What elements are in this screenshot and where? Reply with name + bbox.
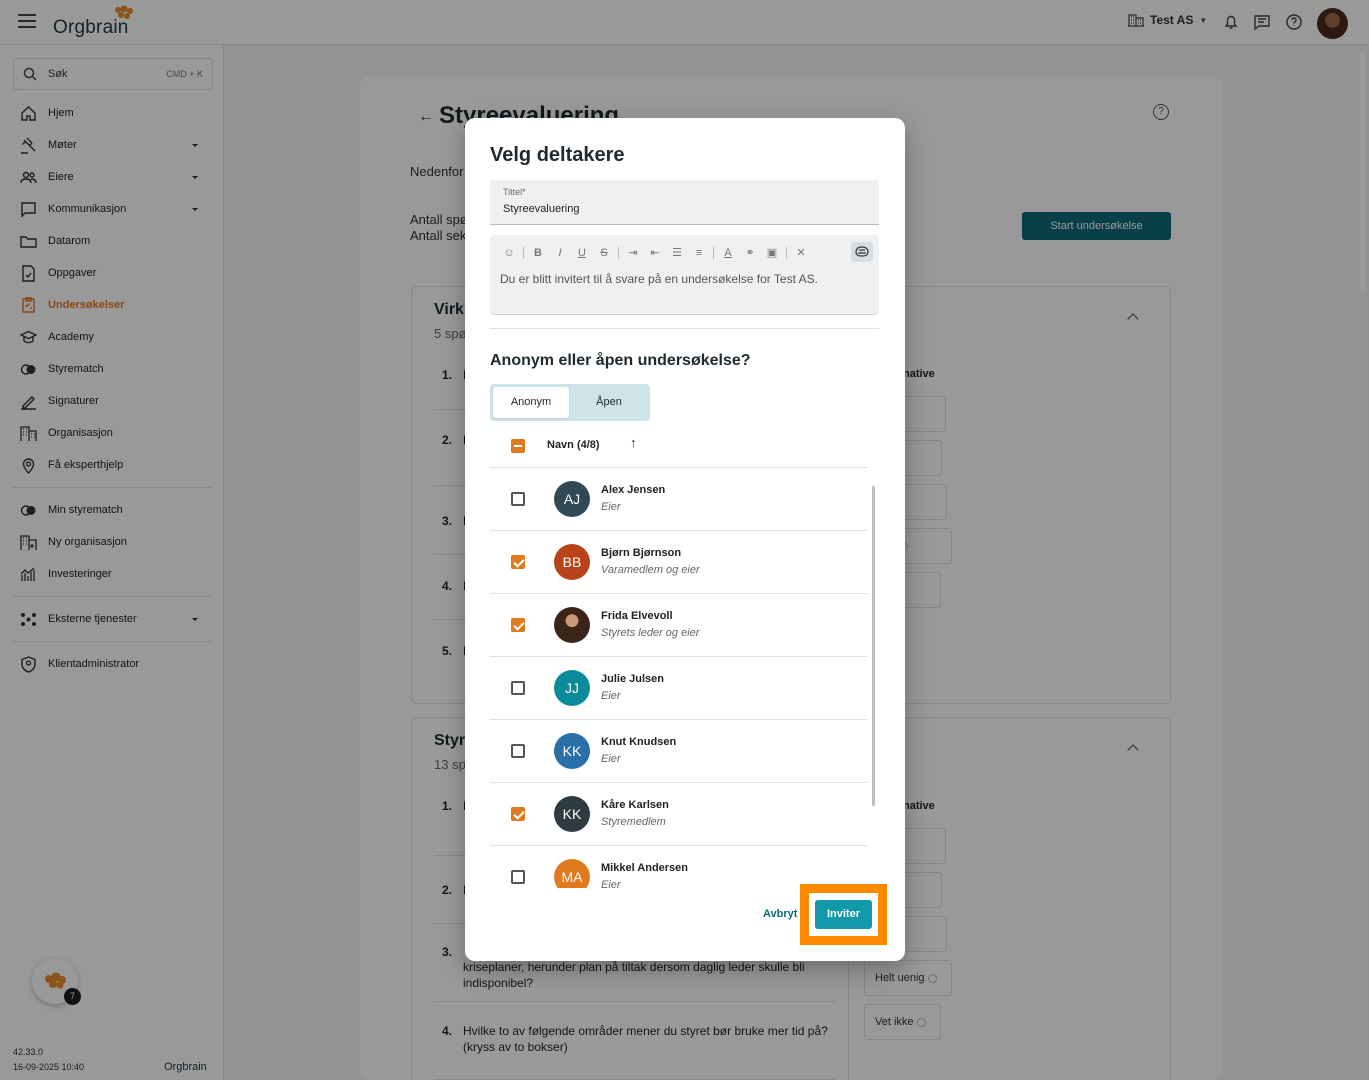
avatar-photo <box>554 607 590 643</box>
list-scrollbar[interactable] <box>872 486 875 806</box>
select-all-checkbox[interactable] <box>511 439 525 453</box>
participant-role: Eier <box>601 690 621 702</box>
italic-icon[interactable]: I <box>549 244 571 262</box>
participant-role: Eier <box>601 753 621 765</box>
divider <box>618 247 619 259</box>
participant-name: Knut Knudsen <box>601 736 677 748</box>
numbered-list-icon[interactable]: ≡ <box>688 244 710 262</box>
anonymity-question: Anonym eller åpen undersøkelse? <box>490 352 751 369</box>
participant-role: Styrets leder og eier <box>601 627 700 639</box>
bold-icon[interactable]: B <box>527 244 549 262</box>
participant-role: Styremedlem <box>601 816 666 828</box>
participant-checkbox[interactable] <box>511 744 525 758</box>
participant-checkbox[interactable] <box>511 492 525 506</box>
participant-checkbox[interactable] <box>511 555 525 569</box>
participant-name: Mikkel Andersen <box>601 862 689 874</box>
participant-list-header: Navn (4/8) ↑ <box>490 430 868 468</box>
dialog-title: Velg deltakere <box>490 144 625 166</box>
title-field-value: Styreevaluering <box>503 203 580 215</box>
participant-role: Eier <box>601 879 621 888</box>
participant-row[interactable]: AJ Alex Jensen Eier <box>490 468 868 531</box>
participant-row[interactable]: BB Bjørn Bjørnson Varamedlem og eier <box>490 531 868 594</box>
title-field-label: Tittel* <box>503 187 526 197</box>
message-text: Du er blitt invitert til å svare på en u… <box>500 272 818 286</box>
divider <box>713 247 714 259</box>
participant-list: AJ Alex Jensen Eier BB Bjørn Bjørnson Va… <box>490 468 868 888</box>
name-column-header[interactable]: Navn (4/8) <box>547 439 600 451</box>
divider <box>490 328 879 329</box>
avatar: MA <box>554 859 590 888</box>
bullet-list-icon[interactable]: ☰ <box>666 244 688 262</box>
participant-checkbox[interactable] <box>511 870 525 884</box>
link-icon[interactable]: ⚭ <box>739 244 761 262</box>
image-icon[interactable]: ▣ <box>761 244 783 262</box>
select-participants-dialog: Velg deltakere Tittel* Styreevaluering ☺… <box>465 118 905 961</box>
participant-checkbox[interactable] <box>511 618 525 632</box>
participant-name: Bjørn Bjørnson <box>601 547 682 559</box>
participant-row[interactable]: JJ Julie Julsen Eier <box>490 657 868 720</box>
participant-role: Eier <box>601 501 621 513</box>
participant-row[interactable]: Frida Elvevoll Styrets leder og eier <box>490 594 868 657</box>
indent-icon[interactable]: ⇥ <box>622 244 644 262</box>
underline-icon[interactable]: U <box>571 244 593 262</box>
outdent-icon[interactable]: ⇤ <box>644 244 666 262</box>
participant-name: Alex Jensen <box>601 484 666 496</box>
participant-row[interactable]: MA Mikkel Andersen Eier <box>490 846 868 888</box>
ai-assist-button[interactable] <box>851 242 873 262</box>
participant-name: Julie Julsen <box>601 673 664 685</box>
text-color-icon[interactable]: A <box>717 244 739 262</box>
anonymity-toggle: Anonym Åpen <box>490 384 650 421</box>
title-field[interactable]: Tittel* Styreevaluering <box>490 180 879 225</box>
sort-arrow-up-icon[interactable]: ↑ <box>630 435 637 450</box>
participant-role: Varamedlem og eier <box>601 564 700 576</box>
avatar: JJ <box>554 670 590 706</box>
brain-icon <box>855 246 869 257</box>
page-scrollbar[interactable] <box>1360 50 1365 295</box>
participant-row[interactable]: KK Knut Knudsen Eier <box>490 720 868 783</box>
invite-button[interactable]: Inviter <box>815 900 872 929</box>
participant-checkbox[interactable] <box>511 807 525 821</box>
avatar: KK <box>554 733 590 769</box>
editor-toolbar: ☺ B I U S ⇥ ⇤ ☰ ≡ A ⚭ ▣ ✕ <box>498 243 812 263</box>
divider <box>786 247 787 259</box>
avatar: BB <box>554 544 590 580</box>
toggle-anonym[interactable]: Anonym <box>493 387 569 418</box>
divider <box>523 247 524 259</box>
avatar: AJ <box>554 481 590 517</box>
clear-format-icon[interactable]: ✕ <box>790 244 812 262</box>
participant-name: Frida Elvevoll <box>601 610 673 622</box>
toggle-apen[interactable]: Åpen <box>571 387 647 418</box>
participant-row[interactable]: KK Kåre Karlsen Styremedlem <box>490 783 868 846</box>
emoji-icon[interactable]: ☺ <box>498 244 520 262</box>
participant-checkbox[interactable] <box>511 681 525 695</box>
cancel-button[interactable]: Avbryt <box>763 908 797 920</box>
participant-name: Kåre Karlsen <box>601 799 669 811</box>
message-editor[interactable]: ☺ B I U S ⇥ ⇤ ☰ ≡ A ⚭ ▣ ✕ Du er blitt in… <box>490 235 879 315</box>
avatar: KK <box>554 796 590 832</box>
strikethrough-icon[interactable]: S <box>593 244 615 262</box>
